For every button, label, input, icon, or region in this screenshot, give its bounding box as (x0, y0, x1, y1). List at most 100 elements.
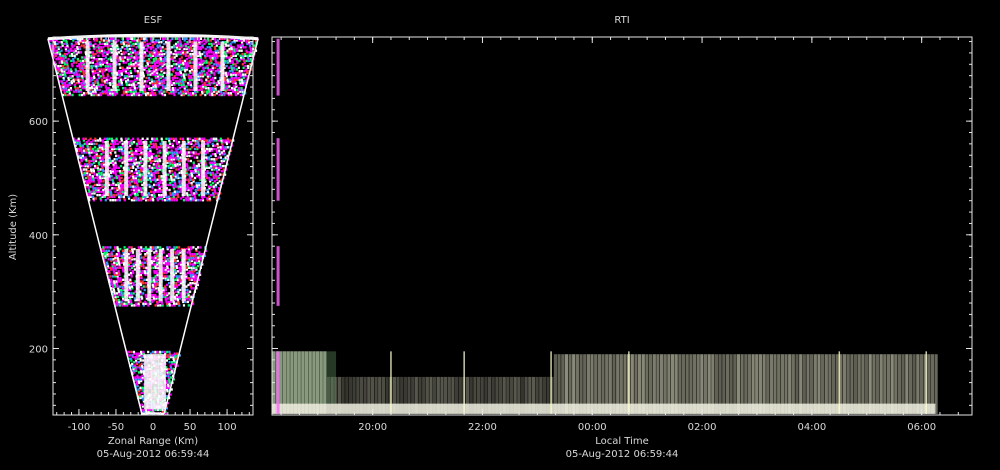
esf-echo-cell (163, 350, 166, 354)
esf-echo-cell (153, 137, 156, 140)
esf-echo-cell (191, 88, 194, 92)
esf-echo-cell (61, 80, 64, 83)
esf-echo-streak (85, 41, 90, 91)
rti-title: RTI (614, 15, 629, 26)
esf-echo-cell (136, 137, 140, 140)
esf-echo-cell (144, 282, 147, 285)
esf-echo-cell (168, 246, 171, 249)
esf-echo-cell (187, 158, 190, 161)
esf-echo-cell (193, 144, 196, 147)
esf-echo-cell (191, 139, 194, 142)
esf-echo-layer (100, 246, 208, 307)
esf-echo-cell (125, 61, 128, 64)
esf-echo-cell (152, 58, 155, 61)
esf-echo-cell (130, 285, 134, 288)
esf-echo-cell (96, 183, 99, 187)
esf-echo-cell (201, 52, 204, 56)
esf-echo-cell (211, 161, 214, 164)
esf-echo-cell (191, 282, 194, 285)
esf-echo-cell (80, 81, 83, 85)
esf-echo-cell (108, 81, 111, 85)
esf-echo-cell (204, 54, 207, 57)
esf-echo-cell (210, 81, 213, 85)
esf-echo-streak (158, 354, 163, 410)
esf-echo-cell (211, 178, 214, 181)
esf-echo-cell (194, 273, 197, 276)
esf-echo-cell (128, 93, 131, 97)
esf-echo-cell (160, 137, 163, 140)
esf-echo-cell (177, 80, 180, 83)
esf-echo-cell (85, 176, 88, 180)
esf-echo-cell (159, 142, 162, 146)
esf-echo-cell (175, 264, 178, 268)
esf-echo-cell (119, 247, 122, 251)
esf-echo-cell (219, 146, 222, 149)
esf-echo-cell (175, 256, 178, 259)
esf-echo-cell (104, 246, 107, 249)
esf-echo-cell (108, 270, 111, 273)
esf-echo-cell (140, 256, 143, 259)
esf-echo-cell (73, 90, 76, 93)
esf-echo-cell (90, 190, 93, 193)
esf-echo-cell (124, 47, 127, 51)
esf-echo-cell (92, 195, 95, 198)
esf-echo-cell (97, 54, 100, 57)
esf-echo-cell (141, 270, 144, 273)
esf-echo-cell (190, 37, 193, 40)
esf-echo-cell (207, 87, 210, 90)
esf-echo-cell (152, 64, 155, 68)
esf-echo-cell (141, 374, 144, 377)
esf-echo-cell (114, 161, 117, 164)
esf-echo-cell (106, 51, 109, 54)
esf-echo-cell (134, 185, 137, 188)
esf-echo-cell (228, 85, 231, 88)
esf-echo-cell (138, 161, 141, 164)
esf-echo-cell (138, 352, 141, 355)
esf-echo-cell (153, 41, 156, 44)
esf-echo-cell (187, 54, 190, 57)
esf-echo-cell (180, 197, 183, 200)
esf-echo-cell (237, 44, 240, 47)
esf-echo-cell (215, 81, 218, 85)
esf-echo-cell (165, 292, 168, 295)
esf-echo-cell (175, 168, 178, 171)
esf-echo-cell (56, 42, 59, 46)
esf-echo-cell (58, 61, 61, 64)
esf-echo-cell (186, 61, 189, 64)
esf-x-tick-label: 0 (150, 422, 156, 433)
esf-echo-cell (91, 51, 94, 54)
esf-echo-cell (118, 170, 121, 173)
esf-echo-cell (152, 190, 155, 193)
esf-echo-cell (85, 141, 88, 144)
esf-echo-cell (152, 293, 155, 297)
esf-echo-cell (79, 51, 83, 54)
esf-echo-cell (95, 58, 98, 61)
esf-echo-cell (91, 156, 94, 159)
esf-echo-cell (171, 46, 174, 49)
esf-echo-cell (109, 37, 112, 40)
esf-echo-cell (140, 350, 143, 354)
esf-echo-cell (117, 299, 120, 302)
esf-echo-cell (178, 144, 182, 147)
esf-echo-cell (140, 93, 143, 97)
esf-echo-cell (168, 170, 171, 173)
esf-echo-cell (157, 58, 160, 61)
esf-echo-cell (102, 188, 105, 192)
esf-echo-cell (89, 137, 92, 140)
esf-echo-cell (114, 246, 117, 249)
esf-echo-cell (109, 199, 112, 202)
esf-echo-cell (84, 147, 88, 151)
esf-echo-cell (135, 302, 138, 305)
esf-echo-cell (130, 350, 133, 354)
esf-echo-cell (141, 183, 144, 187)
esf-echo-cell (81, 154, 84, 158)
esf-echo-cell (117, 76, 120, 80)
esf-echo-cell (115, 253, 118, 256)
esf-echo-cell (175, 293, 178, 297)
esf-echo-cell (238, 70, 241, 73)
esf-echo-cell (101, 42, 104, 46)
esf-echo-cell (65, 80, 68, 83)
esf-echo-cell (245, 39, 248, 42)
esf-echo-cell (127, 88, 130, 92)
esf-echo-cell (160, 185, 163, 188)
